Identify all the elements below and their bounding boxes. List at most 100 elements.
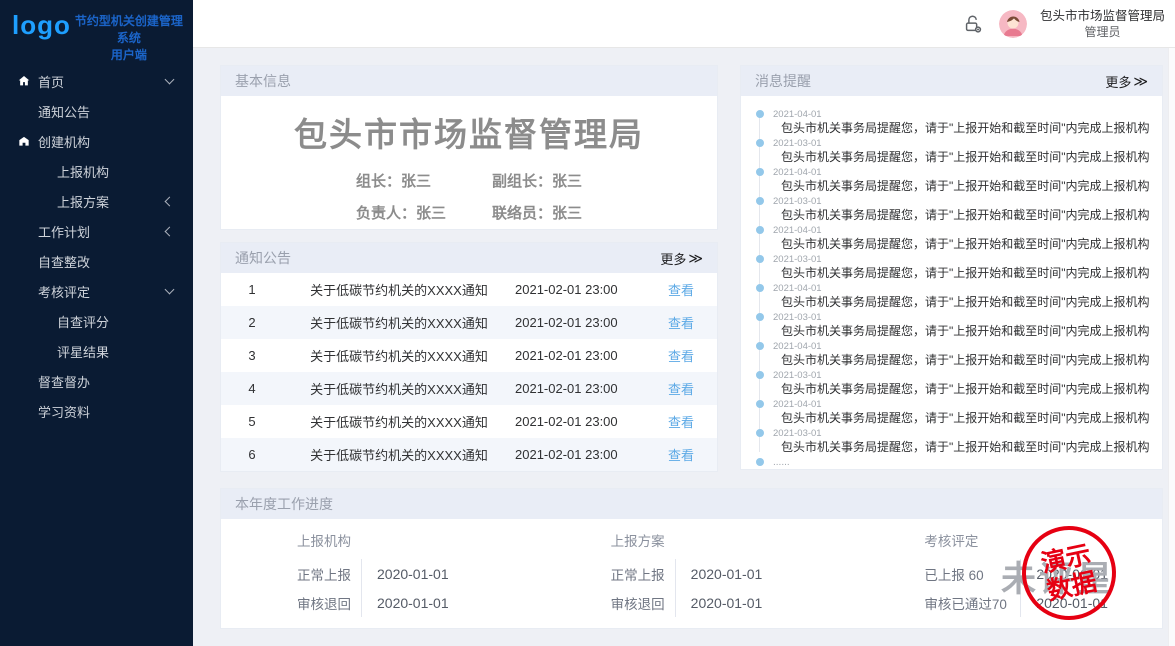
basic-info-header: 基本信息 [221,66,717,96]
timeline-dot-icon [756,226,764,234]
notices-title: 通知公告 [235,248,291,268]
basic-info-field: 负责人：张三 [356,202,446,223]
notice-date: 2021-02-01 23:00 [515,381,645,396]
user-info[interactable]: 包头市市场监督管理局 管理员 [1040,8,1165,40]
sidebar-menu: 首页通知公告创建机构上报机构上报方案工作计划自查整改考核评定自查评分评星结果督查… [0,66,193,426]
sidebar-item-work-plan[interactable]: 工作计划 [0,216,193,246]
message-text: 包头市机关事务局提醒您，请于"上报开始和截至时间"内完成上报机构 [773,151,1148,164]
notices-table: 1关于低碳节约机关的XXXX通知2021-02-01 23:00查看2关于低碳节… [221,273,717,471]
message-item: 2021-04-01包头市机关事务局提醒您，请于"上报开始和截至时间"内完成上报… [756,225,1148,251]
message-text: 包头市机关事务局提醒您，请于"上报开始和截至时间"内完成上报机构 [773,325,1148,338]
notice-row: 6关于低碳节约机关的XXXX通知2021-02-01 23:00查看 [221,438,717,471]
message-text: 包头市机关事务局提醒您，请于"上报开始和截至时间"内完成上报机构 [773,383,1148,396]
messages-body: 2021-04-01 包头市机关事务局提醒您，请于"上报开始和截至时间"内完成上报… [741,96,1162,469]
basic-info-field: 副组长：张三 [492,170,582,191]
avatar[interactable] [999,10,1027,38]
sidebar-item-study[interactable]: 学习资料 [0,396,193,426]
notice-row: 4关于低碳节约机关的XXXX通知2021-02-01 23:00查看 [221,372,717,405]
lock-settings-icon[interactable] [960,11,986,37]
view-link[interactable]: 查看 [645,313,717,332]
message-item: 2021-03-01 包头市机关事务局提醒您，请于"上报开始和截至时间"内完成上报… [756,138,1148,164]
sidebar-item-star-result[interactable]: 评星结果 [0,336,193,366]
field-label: 负责人： [356,205,416,222]
notice-title: 关于低碳节约机关的XXXX通知 [283,280,515,299]
sidebar-item-supervise[interactable]: 督查督办 [0,366,193,396]
notice-title: 关于低碳节约机关的XXXX通知 [283,346,515,365]
view-link[interactable]: 查看 [645,379,717,398]
progress-label: 正常上报 [611,564,675,584]
scrollbar-track[interactable] [1168,48,1175,646]
basic-info-field: 组长：张三 [356,170,446,191]
messages-more-label: 更多 [1105,72,1131,91]
sidebar-item-home[interactable]: 首页 [0,66,193,96]
sidebar-item-label: 评星结果 [57,342,109,361]
message-item: 2021-04-01包头市机关事务局提醒您，请于"上报开始和截至时间"内完成上报… [756,399,1148,425]
logo-row: logo 节约型机关创建管理系统 用户端 [0,0,193,58]
notice-title: 关于低碳节约机关的XXXX通知 [283,379,515,398]
sidebar-item-self-score[interactable]: 自查评分 [0,306,193,336]
notice-index: 4 [221,381,283,396]
message-timeline: 2021-04-01 包头市机关事务局提醒您，请于"上报开始和截至时间"内完成上报… [756,109,1148,468]
notice-index: 6 [221,447,283,462]
view-link[interactable]: 查看 [645,445,717,464]
system-title-line1: 节约型机关创建管理系统 [71,13,187,47]
field-label: 组长： [356,173,401,190]
sidebar-item-notice[interactable]: 通知公告 [0,96,193,126]
sidebar-item-create-org[interactable]: 创建机构 [0,126,193,156]
message-text: 包头市机关事务局提醒您，请于"上报开始和截至时间"内完成上报机构 [773,180,1148,193]
logo[interactable]: logo [12,8,71,42]
timeline-dot-icon [756,255,764,263]
messages-panel: 消息提醒 更多 ≫ 2021-04-01 包头市机关事务局提醒您，请于"上报开始和… [740,65,1163,470]
progress-line: 审核退回2020-01-01 [611,588,849,617]
messages-more-link[interactable]: 更多 ≫ [1105,72,1148,91]
timeline-dot-icon [756,110,764,118]
progress-group: 上报机构正常上报2020-01-01审核退回2020-01-01 [221,530,535,617]
message-item: 2021-04-01 包头市机关事务局提醒您，请于"上报开始和截至时间"内完成上报… [756,167,1148,193]
view-link[interactable]: 查看 [645,280,717,299]
sidebar-item-assessment[interactable]: 考核评定 [0,276,193,306]
timeline-dot-icon [756,284,764,292]
notice-row: 5关于低碳节约机关的XXXX通知2021-02-01 23:00查看 [221,405,717,438]
notices-more-link[interactable]: 更多 ≫ [660,249,703,268]
message-date: 2021-04-01 [773,167,1148,178]
user-org-name: 包头市市场监督管理局 [1040,8,1165,24]
view-link[interactable]: 查看 [645,346,717,365]
timeline-dot-icon [756,168,764,176]
progress-label: 正常上报 [297,564,361,584]
message-date: 2021-03-01 [773,138,1148,149]
notice-row: 3关于低碳节约机关的XXXX通知2021-02-01 23:00查看 [221,339,717,372]
progress-line: 审核退回2020-01-01 [297,588,535,617]
notice-row: 1关于低碳节约机关的XXXX通知2021-02-01 23:00查看 [221,273,717,306]
message-text: 包头市机关事务局提醒您，请于"上报开始和截至时间"内完成上报机构 [773,354,1148,367]
progress-value: 2020-01-01 [361,559,449,588]
view-link[interactable]: 查看 [645,412,717,431]
notices-panel: 通知公告 更多 ≫ 1关于低碳节约机关的XXXX通知2021-02-01 23:… [220,242,718,472]
field-value: 张三 [552,173,582,190]
message-date: 2021-03-01 [773,370,1148,381]
notices-header: 通知公告 更多 ≫ [221,243,717,273]
system-title-line2: 用户端 [71,47,187,64]
chevron-left-icon [165,226,175,236]
message-date: 2021-03-01 [773,428,1148,439]
messages-header: 消息提醒 更多 ≫ [741,66,1162,96]
progress-header: 本年度工作进度 [221,489,1162,519]
progress-label: 审核退回 [611,593,675,613]
sidebar-item-label: 首页 [38,72,64,91]
progress-group-title: 上报方案 [611,530,849,550]
sidebar-item-label: 工作计划 [38,222,90,241]
progress-group: 上报方案正常上报2020-01-01审核退回2020-01-01 [535,530,849,617]
notice-date: 2021-02-01 23:00 [515,282,645,297]
sidebar-item-report-plan[interactable]: 上报方案 [0,186,193,216]
chevron-down-icon [165,285,175,295]
notice-title: 关于低碳节约机关的XXXX通知 [283,412,515,431]
progress-line: 正常上报2020-01-01 [297,559,535,588]
basic-info-body: 包头市市场监督管理局 组长：张三副组长：张三负责人：张三联络员：张三 [221,96,717,229]
progress-value: 2020-01-01 [675,588,763,617]
message-date: 2021-04-01 [773,283,1148,294]
sidebar-item-report-org[interactable]: 上报机构 [0,156,193,186]
message-text: 包头市机关事务局提醒您，请于"上报开始和截至时间"内完成上报机构 [773,412,1148,425]
timeline-dot-icon [756,400,764,408]
notice-title: 关于低碳节约机关的XXXX通知 [283,445,515,464]
sidebar-item-self-check[interactable]: 自查整改 [0,246,193,276]
message-text: 包头市机关事务局提醒您，请于"上报开始和截至时间"内完成上报机构 [773,238,1148,251]
